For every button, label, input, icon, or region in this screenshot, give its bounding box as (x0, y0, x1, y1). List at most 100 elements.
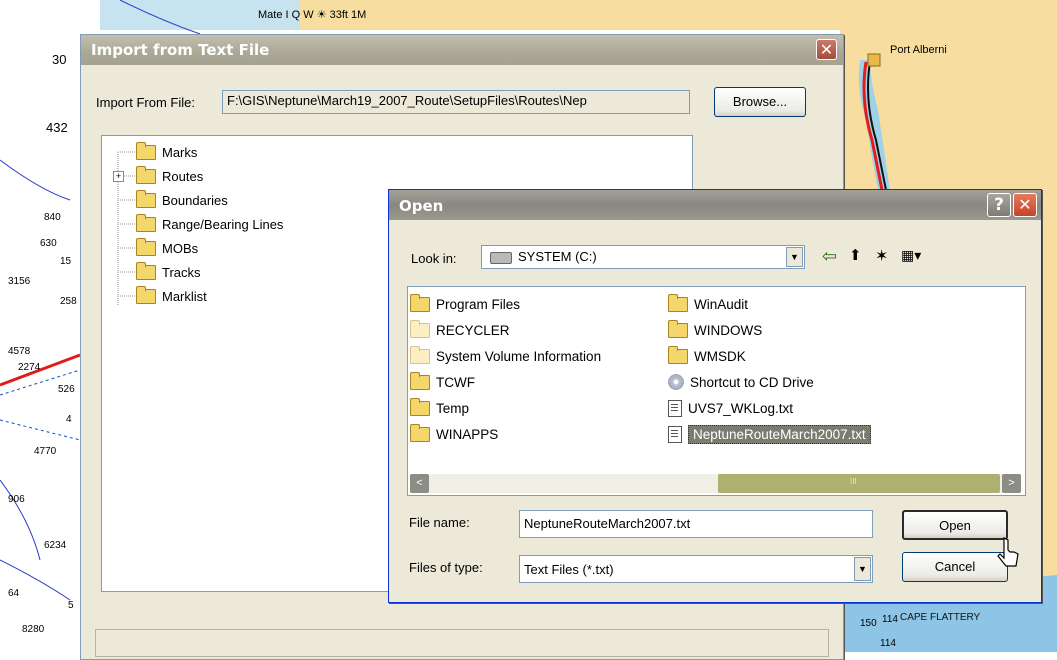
file-item-shortcut-cd-drive[interactable]: Shortcut to CD Drive (668, 370, 814, 394)
scroll-left-icon[interactable]: < (410, 474, 429, 493)
new-folder-icon[interactable]: ✶ (875, 246, 888, 266)
file-item-label: Temp (436, 400, 470, 416)
import-dialog-titlebar[interactable]: Import from Text File ✕ (81, 35, 843, 65)
tree-item-marklist[interactable]: Marklist (136, 285, 207, 307)
folder-icon (136, 213, 156, 232)
files-of-type-combo[interactable]: Text Files (*.txt) ▼ (519, 555, 873, 583)
depth-label: 5 (68, 600, 74, 611)
browse-button[interactable]: Browse... (714, 87, 806, 117)
depth-label: 630 (40, 238, 57, 249)
file-item-wmsdk[interactable]: WMSDK (668, 344, 746, 368)
file-item-windows[interactable]: WINDOWS (668, 318, 762, 342)
folder-icon (136, 261, 156, 280)
file-item-uvs7-wklog[interactable]: UVS7_WKLog.txt (668, 396, 793, 420)
file-item-label: WINAPPS (436, 426, 499, 442)
file-item-system-volume-information[interactable]: System Volume Information (410, 344, 601, 368)
chevron-down-icon[interactable]: ▼ (786, 247, 803, 267)
tree-item-label: Marks (162, 144, 198, 160)
up-folder-icon[interactable]: ⬆ (849, 246, 862, 264)
expand-icon[interactable]: + (113, 171, 124, 182)
tree-item-label: MOBs (162, 240, 199, 256)
file-item-recycler[interactable]: RECYCLER (410, 318, 510, 342)
depth-label: 840 (44, 212, 61, 223)
depth-label: 258 (60, 296, 77, 307)
file-item-label: UVS7_WKLog.txt (688, 400, 794, 416)
mouse-cursor-icon (997, 537, 1019, 567)
file-item-program-files[interactable]: Program Files (410, 292, 520, 316)
place-label-cape: CAPE FLATTERY (900, 612, 981, 623)
files-of-type-value: Text Files (*.txt) (524, 562, 614, 577)
horizontal-scrollbar[interactable]: < III > (410, 474, 1021, 493)
file-item-winaudit[interactable]: WinAudit (668, 292, 748, 316)
text-file-icon (668, 425, 682, 443)
tree-item-label: Routes (162, 168, 204, 184)
file-list[interactable]: Program Files RECYCLER System Volume Inf… (407, 286, 1026, 496)
file-item-label: RECYCLER (436, 322, 510, 338)
depth-label: 4 (66, 414, 72, 425)
open-button[interactable]: Open (902, 510, 1008, 540)
folder-icon (410, 319, 430, 338)
depth-label: 3156 (8, 276, 31, 287)
tree-item-marks[interactable]: Marks (136, 141, 197, 163)
scroll-right-icon[interactable]: > (1002, 474, 1021, 493)
import-dialog-title: Import from Text File (91, 41, 270, 59)
depth-label: 30 (52, 52, 67, 67)
cd-drive-icon (668, 374, 684, 390)
folder-icon (136, 189, 156, 208)
folder-icon (668, 319, 688, 338)
tree-item-label: Tracks (162, 264, 201, 280)
file-item-neptune-route-selected[interactable]: NeptuneRouteMarch2007.txt (668, 422, 871, 446)
folder-icon (410, 371, 430, 390)
view-menu-icon[interactable]: ▦▾ (901, 247, 921, 264)
import-from-file-label: Import From File: (96, 95, 195, 110)
import-file-path-field[interactable]: F:\GIS\Neptune\March19_2007_Route\SetupF… (222, 90, 690, 114)
back-arrow-icon[interactable]: ⇦ (822, 246, 837, 267)
folder-icon (136, 285, 156, 304)
chevron-down-icon[interactable]: ▼ (854, 557, 871, 581)
file-item-winapps[interactable]: WINAPPS (410, 422, 498, 446)
file-item-label: WinAudit (694, 296, 749, 312)
close-icon[interactable]: ✕ (816, 39, 837, 60)
file-item-label: NeptuneRouteMarch2007.txt (688, 424, 871, 444)
folder-icon (410, 397, 430, 416)
depth-label: 150 (860, 618, 877, 629)
depth-label: 114 (882, 614, 898, 625)
folder-icon (136, 165, 156, 184)
tree-item-mobs[interactable]: MOBs (136, 237, 198, 259)
folder-icon (668, 293, 688, 312)
help-icon[interactable]: ? (987, 193, 1011, 217)
tree-item-routes[interactable]: Routes (136, 165, 203, 187)
cancel-button[interactable]: Cancel (902, 552, 1008, 582)
depth-label: 432 (46, 120, 68, 135)
folder-icon (410, 345, 430, 364)
scroll-thumb[interactable]: III (718, 474, 1000, 493)
tree-item-label: Marklist (162, 288, 207, 304)
open-dialog-titlebar[interactable]: Open ? ✕ (389, 190, 1041, 220)
look-in-combo[interactable]: SYSTEM (C:) ▼ (481, 245, 805, 269)
folder-icon (136, 141, 156, 160)
file-name-input[interactable]: NeptuneRouteMarch2007.txt (519, 510, 873, 538)
depth-label: 4578 (8, 346, 31, 357)
file-item-label: Shortcut to CD Drive (690, 374, 814, 390)
tree-item-tracks[interactable]: Tracks (136, 261, 201, 283)
depth-label: 526 (58, 384, 75, 395)
file-item-temp[interactable]: Temp (410, 396, 469, 420)
close-icon[interactable]: ✕ (1013, 193, 1037, 217)
tree-item-label: Range/Bearing Lines (162, 216, 284, 232)
folder-icon (668, 345, 688, 364)
drive-icon (490, 252, 512, 264)
folder-icon (410, 423, 430, 442)
files-of-type-label: Files of type: (409, 560, 483, 575)
open-dialog-title: Open (399, 197, 444, 215)
folder-icon (136, 237, 156, 256)
depth-label: 4770 (34, 446, 57, 457)
tree-item-boundaries[interactable]: Boundaries (136, 189, 228, 211)
depth-label: 906 (8, 494, 25, 505)
file-item-label: WMSDK (694, 348, 746, 364)
open-file-dialog: Open ? ✕ Look in: SYSTEM (C:) ▼ ⇦ ⬆ ✶ ▦▾… (388, 189, 1042, 603)
tree-item-label: Boundaries (162, 192, 228, 208)
file-item-label: System Volume Information (436, 348, 602, 364)
file-item-tcwf[interactable]: TCWF (410, 370, 475, 394)
folder-icon (410, 293, 430, 312)
tree-item-range-bearing-lines[interactable]: Range/Bearing Lines (136, 213, 283, 235)
